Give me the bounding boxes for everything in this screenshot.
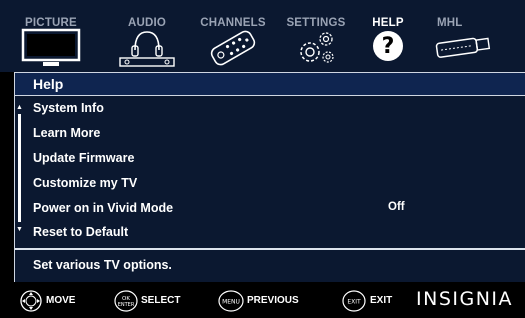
svg-text:?: ? xyxy=(382,34,395,59)
tv-icon xyxy=(21,28,81,66)
footer-move-label: MOVE xyxy=(46,295,76,306)
menu-item-label: Reset to Default xyxy=(33,225,129,239)
menu-tab-bar: PICTURE AUDIO CHANNELS SETTINGS HELP ? M… xyxy=(0,0,525,72)
divider xyxy=(15,248,525,250)
footer-legend: MOVE OK ENTER SELECT MENU PREVIOUS EXIT … xyxy=(0,282,525,318)
panel-header: Help xyxy=(15,72,525,96)
footer-select-label: SELECT xyxy=(141,295,181,306)
menu-item-label: Update Firmware xyxy=(33,151,135,165)
scroll-up-arrow-icon: ▲ xyxy=(16,104,23,111)
menu-item-label: Customize my TV xyxy=(33,176,138,190)
exit-button-icon: EXIT xyxy=(342,290,366,312)
menu-item-learn-more[interactable]: Learn More xyxy=(33,122,513,146)
help-panel: Help ▲ ▼ System Info Learn More Update F… xyxy=(14,72,525,282)
dpad-icon xyxy=(20,290,42,312)
svg-text:MENU: MENU xyxy=(222,299,240,306)
tab-picture[interactable]: PICTURE xyxy=(18,0,84,72)
panel-title: Help xyxy=(33,76,64,92)
footer-previous: MENU PREVIOUS xyxy=(218,290,328,312)
menu-item-label: Power on in Vivid Mode xyxy=(33,201,174,215)
menu-item-reset-to-default[interactable]: Reset to Default xyxy=(33,221,513,245)
mhl-icon xyxy=(435,37,491,58)
footer-move: MOVE xyxy=(20,290,90,312)
tab-audio[interactable]: AUDIO xyxy=(113,0,181,72)
menu-item-label: System Info xyxy=(33,101,104,115)
help-description: Set various TV options. xyxy=(33,258,172,272)
tab-channels[interactable]: CHANNELS xyxy=(196,0,270,72)
menu-item-value: Off xyxy=(388,201,405,213)
remote-icon xyxy=(210,30,256,66)
ok-enter-button-icon: OK ENTER xyxy=(114,290,138,312)
tab-mhl[interactable]: MHL xyxy=(431,0,495,72)
tab-settings[interactable]: SETTINGS xyxy=(283,0,349,72)
menu-item-customize-my-tv[interactable]: Customize my TV xyxy=(33,172,513,196)
footer-exit-label: EXIT xyxy=(370,295,393,306)
scrollbar[interactable]: ▲ ▼ xyxy=(16,104,23,233)
menu-item-update-firmware[interactable]: Update Firmware xyxy=(33,147,513,171)
menu-item-system-info[interactable]: System Info xyxy=(33,97,513,121)
svg-text:EXIT: EXIT xyxy=(347,299,361,306)
headphones-icon xyxy=(119,31,175,67)
menu-item-power-on-vivid-mode[interactable]: Power on in Vivid Mode Off xyxy=(33,197,513,221)
footer-select: OK ENTER SELECT xyxy=(114,290,198,312)
scroll-thumb[interactable] xyxy=(18,114,21,222)
tab-help[interactable]: HELP ? xyxy=(365,0,411,72)
help-icon: ? xyxy=(373,31,403,61)
menu-item-label: Learn More xyxy=(33,126,101,140)
footer-exit: EXIT EXIT xyxy=(342,290,402,312)
menu-button-icon: MENU xyxy=(218,290,244,312)
svg-text:ENTER: ENTER xyxy=(118,302,135,308)
brand-logo: INSIGNIA xyxy=(416,288,514,310)
gears-icon xyxy=(300,32,334,63)
scroll-down-arrow-icon: ▼ xyxy=(16,226,23,233)
footer-previous-label: PREVIOUS xyxy=(247,295,299,306)
